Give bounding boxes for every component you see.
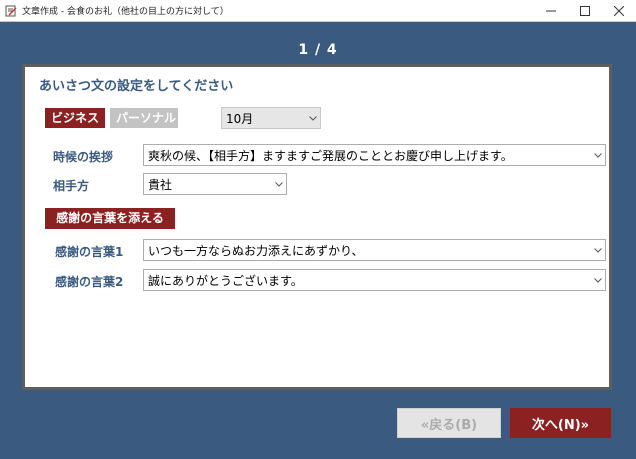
seasonal-greeting-value: 爽秋の候、【相手方】ますますご発展のこととお慶び申し上げます。 xyxy=(148,148,513,163)
panel-title: あいさつ文の設定をしてください xyxy=(39,79,234,94)
chevron-down-icon xyxy=(591,240,605,260)
chevron-down-icon xyxy=(591,270,605,290)
month-select[interactable]: 10月 xyxy=(221,107,321,129)
tab-personal[interactable]: パーソナル xyxy=(110,108,178,128)
thanks1-value: いつも一方ならぬお力添えにあずかり、 xyxy=(148,243,364,258)
settings-panel: あいさつ文の設定をしてください ビジネス パーソナル 10月 時候の挨拶 爽秋の… xyxy=(22,64,612,390)
window-controls xyxy=(534,0,636,22)
window-title: 文章作成 - 会食のお礼（他社の目上の方に対して） xyxy=(22,7,229,17)
thanks2-label: 感謝の言葉2 xyxy=(55,275,124,289)
back-button[interactable]: «戻る(B) xyxy=(397,408,501,438)
chevron-down-icon xyxy=(591,145,605,165)
chevron-down-icon xyxy=(306,108,320,128)
chevron-down-icon xyxy=(272,174,286,194)
maximize-icon[interactable] xyxy=(568,0,602,22)
recipient-value: 貴社 xyxy=(148,177,173,192)
main-area: 1 / 4 あいさつ文の設定をしてください ビジネス パーソナル 10月 時候の… xyxy=(0,22,636,459)
seasonal-greeting-label: 時候の挨拶 xyxy=(53,150,114,164)
page-indicator: 1 / 4 xyxy=(298,42,338,58)
recipient-select[interactable]: 貴社 xyxy=(143,173,287,195)
minimize-icon[interactable] xyxy=(534,0,568,22)
document-edit-icon xyxy=(4,4,18,18)
title-bar: 文章作成 - 会食のお礼（他社の目上の方に対して） xyxy=(0,0,636,22)
tab-business[interactable]: ビジネス xyxy=(45,108,105,128)
seasonal-greeting-select[interactable]: 爽秋の候、【相手方】ますますご発展のこととお慶び申し上げます。 xyxy=(143,144,606,166)
recipient-label: 相手方 xyxy=(53,179,90,193)
thanks1-label: 感謝の言葉1 xyxy=(55,245,124,259)
close-icon[interactable] xyxy=(602,0,636,22)
next-button[interactable]: 次へ(N)» xyxy=(510,408,611,438)
month-select-value: 10月 xyxy=(226,111,254,126)
thanks2-value: 誠にありがとうございます。 xyxy=(148,273,303,288)
thanks2-select[interactable]: 誠にありがとうございます。 xyxy=(143,269,606,291)
thanks1-select[interactable]: いつも一方ならぬお力添えにあずかり、 xyxy=(143,239,606,261)
thanks-section-toggle[interactable]: 感謝の言葉を添える xyxy=(45,208,175,229)
